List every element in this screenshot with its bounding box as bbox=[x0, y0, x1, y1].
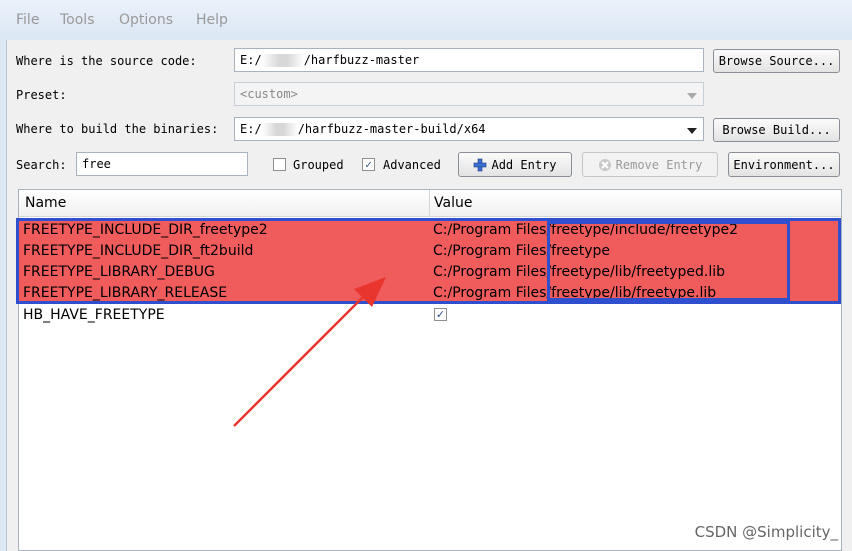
source-path-suffix: /harfbuzz-master bbox=[303, 53, 420, 67]
watermark: CSDN @Simplicity_ bbox=[694, 523, 838, 541]
source-path-input[interactable]: E:/ /harfbuzz-master bbox=[234, 48, 704, 72]
preset-value: <custom> bbox=[240, 87, 298, 101]
browse-build-button[interactable]: Browse Build... bbox=[713, 118, 840, 142]
menu-tools[interactable]: Tools bbox=[60, 12, 95, 28]
table-header: Name Value bbox=[19, 190, 841, 217]
redacted-segment bbox=[261, 123, 298, 136]
table-row[interactable]: FREETYPE_LIBRARY_RELEASE C:/Program File… bbox=[19, 283, 841, 304]
build-path-suffix: /harfbuzz-master-build/x64 bbox=[297, 122, 486, 136]
table-row[interactable]: FREETYPE_INCLUDE_DIR_ft2build C:/Program… bbox=[19, 241, 841, 262]
entry-value[interactable]: C:/Program Files/freetype/lib/freetyped.… bbox=[433, 264, 833, 280]
build-path-prefix: E:/ bbox=[240, 122, 262, 136]
menu-help[interactable]: Help bbox=[196, 12, 228, 28]
remove-icon bbox=[598, 158, 611, 171]
add-entry-label: Add Entry bbox=[491, 157, 557, 172]
entry-value[interactable]: C:/Program Files/freetype/lib/freetype.l… bbox=[433, 285, 833, 301]
chevron-down-icon[interactable] bbox=[687, 128, 697, 134]
browse-source-button[interactable]: Browse Source... bbox=[713, 49, 840, 73]
table-row[interactable]: FREETYPE_LIBRARY_DEBUG C:/Program Files/… bbox=[19, 262, 841, 283]
remove-entry-label: Remove Entry bbox=[615, 157, 703, 172]
build-path-input[interactable]: E:/ /harfbuzz-master-build/x64 bbox=[234, 117, 704, 141]
entry-name: FREETYPE_INCLUDE_DIR_freetype2 bbox=[23, 222, 268, 238]
column-header-name[interactable]: Name bbox=[25, 195, 66, 211]
hb-have-freetype-checkbox[interactable]: ✓ bbox=[434, 308, 447, 321]
source-label: Where is the source code: bbox=[16, 54, 197, 68]
advanced-label: Advanced bbox=[383, 158, 441, 172]
cache-table: Name Value FREETYPE_INCLUDE_DIR_freetype… bbox=[18, 189, 842, 551]
entry-name: FREETYPE_INCLUDE_DIR_ft2build bbox=[23, 243, 254, 259]
entry-value[interactable]: C:/Program Files/freetype bbox=[433, 243, 833, 259]
advanced-checkbox[interactable]: ✓ bbox=[362, 158, 375, 171]
menu-options[interactable]: Options bbox=[119, 12, 173, 28]
column-divider[interactable] bbox=[429, 190, 430, 216]
menu-file[interactable]: File bbox=[16, 12, 39, 28]
plus-icon bbox=[474, 158, 487, 171]
entry-value[interactable]: C:/Program Files/freetype/include/freety… bbox=[433, 222, 833, 238]
source-path-prefix: E:/ bbox=[240, 53, 262, 67]
grouped-label: Grouped bbox=[293, 158, 344, 172]
entry-name: FREETYPE_LIBRARY_DEBUG bbox=[23, 264, 215, 280]
search-input[interactable]: free bbox=[76, 152, 248, 176]
chevron-down-icon bbox=[687, 93, 697, 99]
grouped-checkbox[interactable] bbox=[273, 158, 286, 171]
redacted-segment bbox=[261, 54, 304, 67]
entry-name: FREETYPE_LIBRARY_RELEASE bbox=[23, 285, 228, 301]
table-row[interactable]: FREETYPE_INCLUDE_DIR_freetype2 C:/Progra… bbox=[19, 220, 841, 241]
preset-label: Preset: bbox=[16, 88, 67, 102]
environment-button[interactable]: Environment... bbox=[728, 152, 840, 177]
entry-name: HB_HAVE_FREETYPE bbox=[23, 307, 165, 323]
remove-entry-button[interactable]: Remove Entry bbox=[582, 152, 718, 177]
add-entry-button[interactable]: Add Entry bbox=[458, 152, 572, 177]
build-label: Where to build the binaries: bbox=[16, 122, 219, 136]
search-label: Search: bbox=[16, 158, 67, 172]
table-row[interactable]: HB_HAVE_FREETYPE ✓ bbox=[19, 305, 841, 326]
menu-bar: File Tools Options Help bbox=[0, 0, 852, 38]
preset-select[interactable]: <custom> bbox=[234, 82, 704, 106]
column-header-value[interactable]: Value bbox=[434, 195, 472, 211]
